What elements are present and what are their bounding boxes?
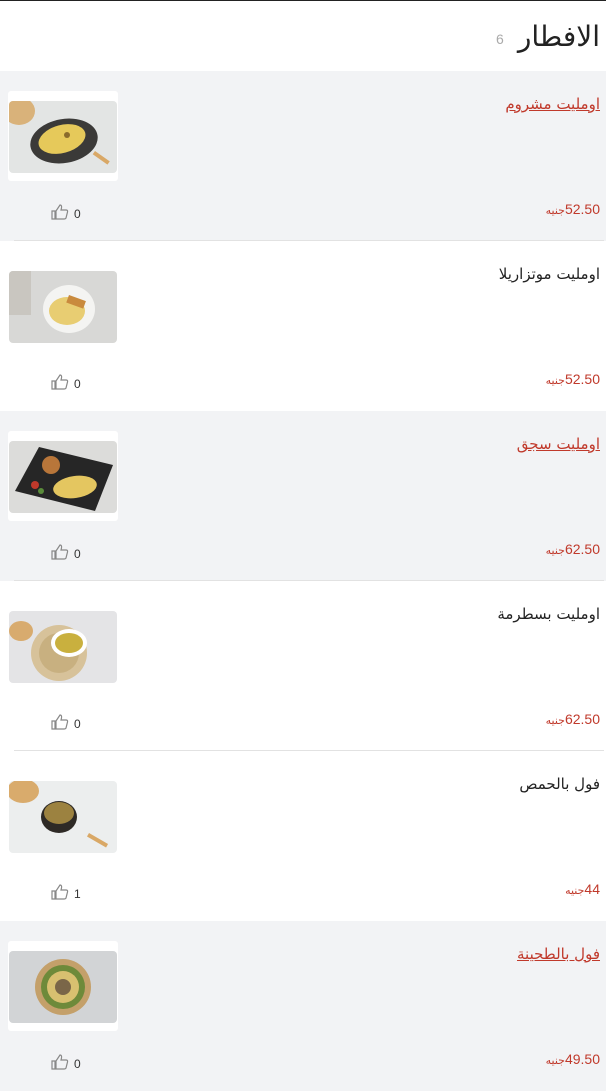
omelette-mushroom-photo: [9, 101, 117, 173]
like-icon: [50, 713, 70, 734]
like-count: 1: [74, 886, 81, 901]
menu-item-name[interactable]: اومليت سجق: [517, 435, 600, 453]
category-header: 6 الافطار: [0, 1, 606, 71]
menu-item[interactable]: اومليت مشروم 0 52.50 جنيه: [0, 71, 606, 241]
price-amount: 49.50: [564, 1051, 600, 1067]
menu-item[interactable]: اومليت موتزاريلا 0 52.50 جنيه: [0, 241, 606, 411]
omelette-mozzarella-photo: [9, 271, 117, 343]
like-button[interactable]: 0: [50, 203, 81, 224]
like-icon: [50, 543, 70, 564]
menu-item[interactable]: اومليت بسطرمة 0 62.50 جنيه: [0, 581, 606, 751]
price-currency: جنيه: [545, 544, 565, 557]
like-icon: [50, 203, 70, 224]
menu-item-name[interactable]: فول بالحمص: [519, 775, 600, 793]
like-count: 0: [74, 716, 81, 731]
menu-item-price: 49.50 جنيه: [546, 1051, 600, 1067]
like-button[interactable]: 0: [50, 1053, 81, 1074]
menu-item-name[interactable]: اومليت موتزاريلا: [499, 265, 600, 283]
like-button[interactable]: 0: [50, 543, 81, 564]
like-count: 0: [74, 1056, 81, 1071]
menu-item[interactable]: اومليت سجق 0 62.50 جنيه: [0, 411, 606, 581]
menu-item-name[interactable]: فول بالطحينة: [517, 945, 600, 963]
price-currency: جنيه: [545, 204, 565, 217]
menu-item-price: 44 جنيه: [565, 881, 600, 897]
menu-item-image[interactable]: [8, 261, 118, 351]
menu-item-image[interactable]: [8, 941, 118, 1031]
menu-item-name[interactable]: اومليت مشروم: [505, 95, 600, 113]
menu-item-image[interactable]: [8, 431, 118, 521]
price-currency: جنيه: [545, 374, 565, 387]
price-currency: جنيه: [545, 714, 565, 727]
omelette-sausage-photo: [9, 441, 117, 513]
omelette-pastrami-photo: [9, 611, 117, 683]
like-icon: [50, 883, 70, 904]
price-amount: 62.50: [564, 541, 600, 557]
category-count: 6: [496, 31, 504, 47]
like-button[interactable]: 0: [50, 713, 81, 734]
category-title: الافطار: [517, 19, 600, 53]
foul-hummus-photo: [9, 781, 117, 853]
menu-item-name[interactable]: اومليت بسطرمة: [497, 605, 600, 623]
menu-item-price: 52.50 جنيه: [546, 371, 600, 387]
like-button[interactable]: 1: [50, 883, 81, 904]
price-amount: 52.50: [564, 371, 600, 387]
price-currency: جنيه: [545, 1054, 565, 1067]
price-currency: جنيه: [565, 884, 585, 897]
menu-item[interactable]: فول بالحمص 1 44 جنيه: [0, 751, 606, 921]
menu-item-image[interactable]: [8, 91, 118, 181]
like-button[interactable]: 0: [50, 373, 81, 394]
like-icon: [50, 373, 70, 394]
menu-item-price: 52.50 جنيه: [546, 201, 600, 217]
like-count: 0: [74, 546, 81, 561]
like-count: 0: [74, 206, 81, 221]
menu-item-image[interactable]: [8, 771, 118, 861]
menu-item[interactable]: فول بالطحينة 0 49.50 جنيه: [0, 921, 606, 1091]
price-amount: 62.50: [564, 711, 600, 727]
menu-item-image[interactable]: [8, 601, 118, 691]
menu-item-price: 62.50 جنيه: [546, 541, 600, 557]
price-amount: 52.50: [564, 201, 600, 217]
like-count: 0: [74, 376, 81, 391]
like-icon: [50, 1053, 70, 1074]
menu-item-price: 62.50 جنيه: [546, 711, 600, 727]
foul-tahini-photo: [9, 951, 117, 1023]
price-amount: 44: [584, 881, 600, 897]
